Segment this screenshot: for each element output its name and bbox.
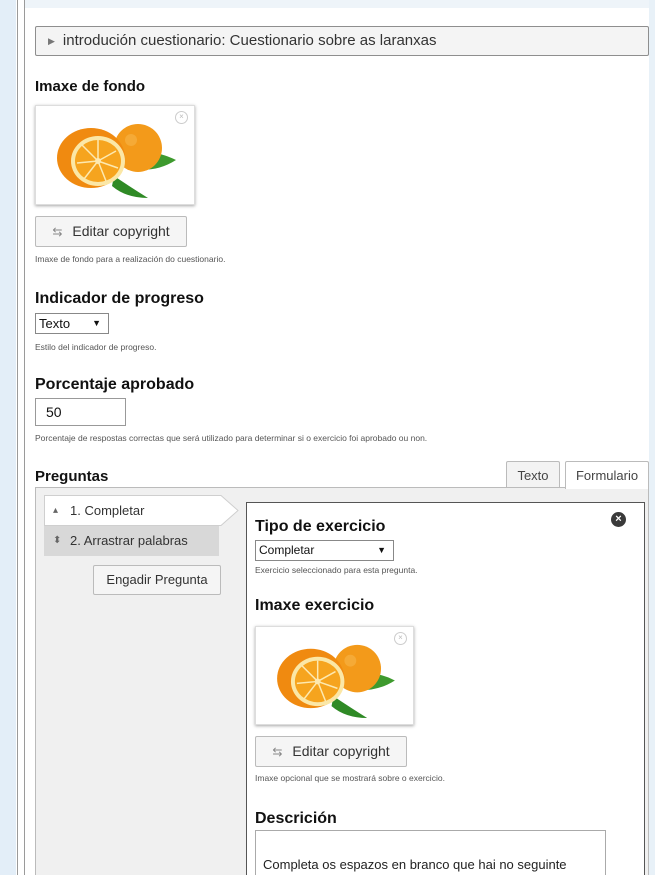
question-item-2[interactable]: ⬍ 2. Arrastrar palabras <box>44 526 219 556</box>
left-border <box>17 0 18 875</box>
exercise-type-select[interactable]: Completar ▼ <box>255 540 394 561</box>
progress-indicator-value: Texto <box>39 316 71 331</box>
left-border-inner <box>24 0 25 875</box>
question-item-1-label: 1. Completar <box>70 503 145 518</box>
edit-copyright-label: Editar copyright <box>72 223 170 239</box>
handshake-icon: ⇆ <box>52 225 63 239</box>
left-margin <box>0 0 16 875</box>
description-textarea[interactable]: Completa os espazos en branco que hai no… <box>255 830 606 875</box>
edit-copyright-button[interactable]: ⇆ Editar copyright <box>35 216 187 247</box>
pass-percentage-input[interactable]: 50 <box>35 398 126 426</box>
background-image-thumbnail[interactable]: × <box>35 105 195 205</box>
background-image-description: Imaxe de fondo para a realización do cue… <box>35 254 226 264</box>
dropdown-arrow-icon: ▼ <box>92 318 101 328</box>
remove-image-icon[interactable]: × <box>175 111 188 124</box>
questions-label: Preguntas <box>35 468 109 485</box>
progress-indicator-label: Indicador de progreso <box>35 290 204 307</box>
pass-percentage-description: Porcentaje de respostas correctas que se… <box>35 433 428 443</box>
intro-collapsible[interactable]: ▶ introdución cuestionario: Cuestionario … <box>35 26 649 56</box>
edit-copyright-button-exercise[interactable]: ⇆ Editar copyright <box>255 736 407 767</box>
intro-label: introdución cuestionario: Cuestionario s… <box>62 32 437 49</box>
handshake-icon: ⇆ <box>272 745 283 759</box>
add-question-button[interactable]: Engadir Pregunta <box>93 565 221 595</box>
caret-right-icon: ▶ <box>48 36 55 46</box>
close-icon[interactable]: × <box>611 512 626 527</box>
question-item-2-label: 2. Arrastrar palabras <box>70 533 188 548</box>
progress-indicator-description: Estilo del indicador de progreso. <box>35 342 157 352</box>
exercise-type-value: Completar <box>259 543 315 557</box>
top-band <box>25 0 649 8</box>
dropdown-arrow-icon: ▼ <box>377 545 386 555</box>
exercise-image-label: Imaxe exercicio <box>255 597 375 614</box>
exercise-image-description: Imaxe opcional que se mostrará sobre o e… <box>255 773 445 783</box>
exercise-type-label: Tipo de exercicio <box>255 518 386 535</box>
question-item-1[interactable]: ▴ 1. Completar <box>44 496 224 526</box>
exercise-image-thumbnail[interactable]: × <box>255 626 414 725</box>
edit-copyright-label: Editar copyright <box>292 743 390 759</box>
orange-image <box>57 124 176 198</box>
progress-indicator-select[interactable]: Texto ▼ <box>35 313 109 334</box>
tab-texto[interactable]: Texto <box>506 461 560 488</box>
exercise-type-description: Exercicio seleccionado para esta pregunt… <box>255 565 418 575</box>
tab-formulario[interactable]: Formulario <box>565 461 649 489</box>
reorder-icon: ⬍ <box>53 535 62 546</box>
description-text: Completa os espazos en branco que hai no… <box>263 857 567 872</box>
background-image-label: Imaxe de fondo <box>35 78 146 95</box>
remove-image-icon[interactable]: × <box>394 632 407 645</box>
description-label: Descrición <box>255 810 337 827</box>
reorder-icon: ▴ <box>53 505 59 516</box>
pass-percentage-label: Porcentaje aprobado <box>35 376 195 393</box>
orange-image <box>277 644 395 719</box>
right-margin <box>649 0 655 875</box>
